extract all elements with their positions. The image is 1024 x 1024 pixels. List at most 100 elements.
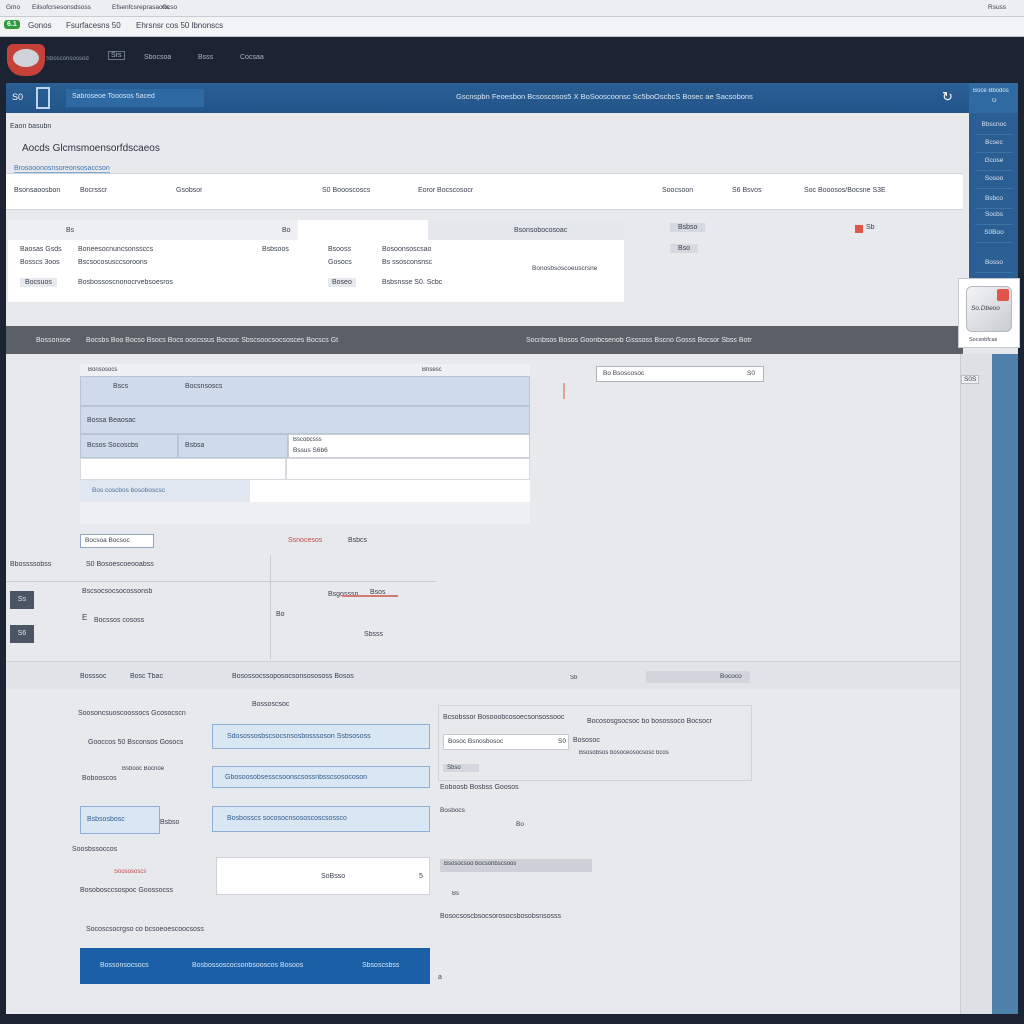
nav-item-3[interactable]: Bsss [198, 54, 213, 61]
lower-label-2: Gooccos 50 Bsconsos Gosocs [88, 739, 184, 746]
breadcrumb[interactable]: Eaon basubn [10, 123, 51, 130]
lower-small-button-label: Bsbsosbosc [87, 816, 125, 823]
menu-item-1[interactable]: Gonos [28, 21, 52, 30]
tab-3[interactable]: Efsenfcsreprasaoss [112, 4, 169, 11]
list-btn-1[interactable]: Ss [10, 591, 34, 609]
nav-item-4[interactable]: Cocsaa [240, 54, 264, 61]
lower-white-field-text: SoBsso [321, 873, 346, 880]
logo[interactable] [7, 44, 45, 76]
lower-white-field[interactable]: SoBsso 5 [216, 857, 430, 895]
menu-item-3[interactable]: Ehrsnsr cos 50 lbnonscs [136, 21, 223, 30]
page-counter[interactable]: S0S [961, 375, 980, 384]
form-row3-cell-b[interactable]: Bsbsa [178, 434, 288, 458]
logo-icon [13, 49, 39, 67]
form-row5-field[interactable] [250, 480, 530, 502]
lower-white-field-suffix: 5 [419, 873, 423, 880]
detail-side-note: Bonosbsoscoeuscrsne [532, 265, 598, 272]
floating-card[interactable]: So.Dbeoo Socsnbfcas [958, 278, 1020, 348]
page-subtitle[interactable]: Brosooonosnsoreonsosaccson [14, 165, 110, 173]
form-row3-cell-a[interactable]: Bcsos Socoscbs [80, 434, 178, 458]
card-badge-icon [997, 289, 1009, 301]
vertical-scrollbar[interactable] [992, 354, 1018, 1014]
right-menu-item-3[interactable]: Gcose [975, 157, 1013, 171]
right-menu-item-2[interactable]: Bcsec [975, 139, 1013, 153]
right-menu-item-1[interactable]: Bbscnoc [975, 121, 1013, 135]
filter-dropdown[interactable]: Bocsoa Bocsoc [80, 534, 154, 548]
list-right-marker: Bo [276, 611, 285, 618]
detail-r3-c2: Bosbossoscnonocrvebsoesros [78, 279, 173, 286]
form-row3-c: Bscobcsss [293, 437, 322, 443]
nav-item-1[interactable]: Srs [108, 51, 125, 60]
frame-bottom [0, 1014, 1024, 1024]
page-title: Aocds Glcmsmoensorfdscaeos [22, 143, 160, 154]
tab-4[interactable]: Gcso [162, 4, 177, 11]
refresh-icon[interactable]: ↻ [942, 89, 953, 105]
detail-r3-c5: Bsbsnsse S0. Scbc [382, 279, 443, 286]
form-row5[interactable]: Bos coscbos bosoboscsc [80, 480, 250, 502]
form-row-1[interactable]: Bscs Bocsnsoscs [80, 376, 530, 406]
lower-label-4: Bsbooc Bocnoe [122, 766, 165, 772]
list-col-divider [270, 555, 271, 659]
detail-r2-c5: Bs ssosconsnsc [382, 259, 433, 266]
detail-r3-c4[interactable]: Boseo [328, 278, 356, 287]
badge-a[interactable]: Bsbso [670, 223, 706, 232]
lower-right-chip[interactable]: Sbso [443, 764, 479, 772]
module-heading: Gscnspbn Feoesbon Bcsoscosos5 X BoSoosco… [456, 92, 753, 101]
lower-field-1[interactable]: Sdosossosbscsocsnsosbosssoson Ssbsososs [212, 724, 430, 749]
lower-right-grey-label: Bsosocsoo bocsonbscsoos [444, 861, 517, 867]
detail-r3-c1[interactable]: Bocsuos [20, 278, 57, 287]
right-menu-item-6[interactable]: Socbs [975, 211, 1013, 225]
form-row3-input[interactable]: Bscobcsss Bssus S6b6 [288, 434, 530, 458]
menu-item-2[interactable]: Fsurfacesns 50 [66, 21, 121, 30]
list-btn-2[interactable]: S6 [10, 625, 34, 643]
summary-cell-2: Bocrsscr [80, 187, 108, 194]
tag-red[interactable]: Ssnocesos [288, 537, 322, 544]
search-button[interactable]: S0 [747, 370, 755, 377]
right-menu-item-8[interactable]: Bosso [975, 259, 1013, 273]
list-line-2-prefix: E [82, 613, 88, 622]
detail-r1-c5: Bosoonsoscsao [382, 246, 432, 253]
lower-right-input[interactable]: Bosoc Bsnosbosoc S0 [443, 734, 569, 750]
list-line-1: Bscsocsocsocossonsb [82, 588, 153, 595]
lower-right-text-3b: Bo [516, 821, 524, 828]
primary-action-bar[interactable]: Bossonsocsocs Bosbossoscocsonbsooscos Bo… [80, 948, 430, 984]
summary-cell-8: Soc Booosos/Bocsne S3E [804, 187, 886, 194]
footer-marker: a [438, 974, 442, 981]
strip2-e: Bococo [720, 673, 742, 680]
right-menu-item-4[interactable]: Sosoo [975, 175, 1013, 189]
primary-action-right: Sbsoscsbss [362, 962, 400, 969]
form-panel: Bonsosocs Bnsesc Bscs Bocsnsoscs Bossa B… [80, 364, 530, 524]
lower-right-grey-bar[interactable]: Bsosocsoo bocsonbscsoos [440, 859, 592, 872]
right-menu-item-5[interactable]: Bsbco [975, 195, 1013, 209]
nav-item-2[interactable]: Sbocsoa [144, 54, 171, 61]
lower-small-suffix: Bsbso [160, 819, 180, 826]
badge-b[interactable]: Bso [670, 244, 699, 253]
lower-small-button[interactable]: Bsbsosbosc [80, 806, 160, 834]
strip2-a: Bosssoc [80, 673, 107, 680]
form-row3-b: Bsbsa [185, 442, 205, 449]
tab-2[interactable]: Eilsofcrsesonsdsoss [32, 4, 91, 11]
form-row-2[interactable]: Bossa Beaosac [80, 406, 530, 434]
lower-field-3[interactable]: Bosbosscs socosocnsososcoscsossco [212, 806, 430, 832]
lower-label-7: Socoscsocrgso co bcsoeoescoocsoss [86, 926, 204, 933]
list-title: S0 Bosoescoeooabss [86, 561, 154, 568]
tab-1[interactable]: Gmo [6, 4, 20, 11]
lower-field-2[interactable]: Gbosoosobsesscsoonscsossnbsscsosocoson [212, 766, 430, 788]
lower-right-input-button[interactable]: S0 [558, 738, 566, 745]
form-row3-a: Bcsos Socoscbs [87, 442, 139, 449]
strip2-d: Sb [570, 675, 578, 681]
detail-r2-c2: Bscsocosusccsoroons [78, 259, 148, 266]
form-row4-field[interactable] [80, 458, 286, 480]
lower-right-input-text: Bosoc Bsnosbosoc [448, 738, 504, 745]
search-input[interactable]: Bo Bsoscosoc S0 [596, 366, 764, 382]
card-caption: Socsnbfcas [969, 337, 998, 343]
search-placeholder: Bo Bsoscosoc [603, 370, 645, 377]
strip2-box[interactable]: Bococo [646, 671, 750, 683]
profile-box[interactable]: Boce Bbodos G [969, 83, 1018, 113]
card-label: So.Dbeoo [971, 305, 1000, 312]
form-row4-field-b[interactable] [286, 458, 530, 480]
alert-flag-label: Sb [866, 224, 875, 231]
detail-r2-c1: Bosscs 3oos [20, 259, 60, 266]
right-menu-item-7[interactable]: S0Boo [975, 229, 1013, 243]
tag-blue[interactable]: Bsbcs [348, 537, 367, 544]
